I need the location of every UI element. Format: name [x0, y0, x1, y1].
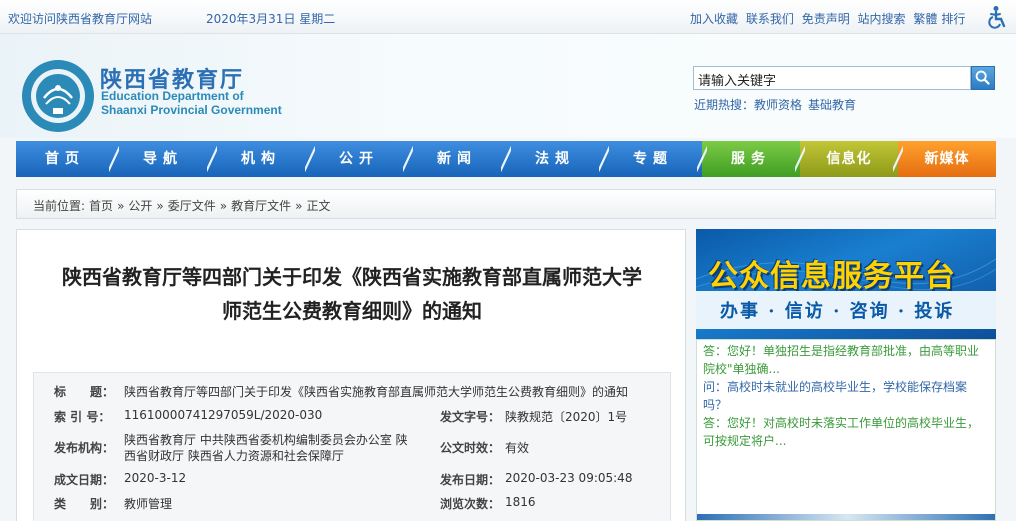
nav-informatization[interactable]: 信息化	[800, 141, 898, 177]
site-logo-subtitle: Education Department of Shaanxi Provinci…	[101, 89, 282, 117]
meta-views-value: 1816	[505, 495, 536, 509]
nav-topics[interactable]: 专题	[604, 141, 702, 177]
banner-title: 公众信息服务平台	[708, 259, 956, 294]
accessibility-icon[interactable]	[985, 5, 1007, 29]
meta-issuer-line-1: 陕西省教育厅 中共陕西省委机构编制委员会办公室 陕	[124, 433, 408, 447]
qa-answer-3-line-2[interactable]: 可按规定将户...	[703, 432, 989, 450]
meta-validity-value: 有效	[505, 441, 530, 455]
nav-divider	[697, 141, 707, 177]
link-contact-us[interactable]: 联系我们	[746, 12, 794, 26]
breadcrumb-home[interactable]: 首页	[89, 199, 113, 213]
hot-searches-label: 近期热搜：	[694, 98, 755, 112]
meta-issuer-key: 发布机构：	[54, 441, 115, 455]
meta-views-key: 浏览次数：	[440, 497, 501, 511]
department-emblem-icon[interactable]	[20, 58, 96, 134]
meta-index-value: 11610000741297059L/2020-030	[124, 408, 323, 422]
nav-divider	[795, 141, 805, 177]
breadcrumb-current: 正文	[306, 199, 331, 213]
meta-made-date-value: 2020-3-12	[124, 471, 187, 485]
nav-divider	[599, 141, 609, 177]
nav-divider	[305, 141, 315, 177]
link-ranking[interactable]: 排行	[941, 12, 965, 26]
qa-question-2-line-2[interactable]: 吗？	[703, 396, 989, 414]
top-links: 加入收藏 联系我们 免责声明 站内搜索 繁體 排行	[690, 10, 969, 27]
search-icon	[975, 70, 990, 85]
meta-made-date-key: 成文日期：	[54, 473, 115, 487]
meta-validity-key: 公文时效：	[440, 441, 501, 455]
site-header: 陕西省教育厅 Education Department of Shaanxi P…	[0, 34, 1016, 138]
meta-doc-no-key: 发文字号：	[440, 410, 501, 424]
nav-divider	[403, 141, 413, 177]
meta-issuer-line-2: 西省财政厅 陕西省人力资源和社会保障厅	[124, 449, 344, 463]
breadcrumb-committee-docs[interactable]: 委厅文件	[168, 199, 216, 213]
logo-en-line-1: Education Department of	[101, 89, 244, 103]
meta-pub-date-key: 发布日期：	[440, 473, 501, 487]
top-bar: 欢迎访问陕西省教育厅网站 2020年3月31日 星期二 加入收藏 联系我们 免责…	[0, 0, 1016, 34]
qa-bottom-strip	[697, 514, 995, 520]
nav-home[interactable]: 首页	[16, 141, 114, 177]
qa-list: 答：您好！单独招生是指经教育部批准，由高等职业 院校"单独确... 问：高校时未…	[696, 339, 996, 521]
qa-question-2-line-1[interactable]: 问：高校时未就业的高校毕业生，学校能保存档案	[703, 378, 989, 396]
main-nav: 首页 导航 机构 公开 新闻 法规 专题 服务 信息化 新媒体	[16, 141, 996, 177]
nav-services[interactable]: 服务	[702, 141, 800, 177]
article-title-line-1: 陕西省教育厅等四部门关于印发《陕西省实施教育部直属师范大学	[62, 265, 642, 289]
qa-answer-1-line-1[interactable]: 答：您好！单独招生是指经教育部批准，由高等职业	[703, 342, 989, 360]
nav-public[interactable]: 公开	[310, 141, 408, 177]
hot-search-item[interactable]: 教师资格	[754, 98, 802, 112]
meta-index-key: 索 引 号：	[54, 410, 111, 424]
banner-subtitle: 办事 · 信访 · 咨询 · 投诉	[720, 301, 955, 322]
nav-regulations[interactable]: 法规	[506, 141, 604, 177]
nav-news[interactable]: 新闻	[408, 141, 506, 177]
search-input[interactable]: 请输入关键字	[693, 66, 971, 90]
link-site-search[interactable]: 站内搜索	[858, 12, 906, 26]
breadcrumb-public[interactable]: 公开	[128, 199, 152, 213]
link-add-favorite[interactable]: 加入收藏	[690, 12, 738, 26]
link-traditional-chinese[interactable]: 繁體	[913, 12, 937, 26]
article-title: 陕西省教育厅等四部门关于印发《陕西省实施教育部直属师范大学 师范生公费教育细则》…	[17, 260, 687, 328]
meta-title-key: 标 题：	[54, 385, 115, 399]
meta-category-value: 教师管理	[124, 497, 173, 511]
search-button[interactable]	[971, 66, 995, 90]
nav-divider	[893, 141, 903, 177]
nav-guide[interactable]: 导航	[114, 141, 212, 177]
article-panel: 陕西省教育厅等四部门关于印发《陕西省实施教育部直属师范大学 师范生公费教育细则》…	[16, 229, 686, 521]
welcome-text: 欢迎访问陕西省教育厅网站	[8, 12, 153, 26]
breadcrumb: 当前位置: 首页» 公开» 委厅文件» 教育厅文件» 正文	[16, 189, 996, 219]
breadcrumb-sep: »	[156, 199, 164, 213]
nav-divider	[109, 141, 119, 177]
breadcrumb-prefix: 当前位置:	[33, 199, 86, 213]
nav-divider	[207, 141, 217, 177]
qa-answer-1-line-2[interactable]: 院校"单独确...	[703, 360, 989, 378]
meta-doc-no-value: 陕教规范〔2020〕1号	[505, 410, 628, 424]
hot-searches: 近期热搜：教师资格 基础教育	[694, 96, 862, 113]
date-text: 2020年3月31日 星期二	[206, 12, 336, 26]
public-service-banner[interactable]: 公众信息服务平台 办事 · 信访 · 咨询 · 投诉	[696, 229, 996, 339]
meta-pub-date-value: 2020-03-23 09:05:48	[505, 471, 633, 485]
nav-institutions[interactable]: 机构	[212, 141, 310, 177]
breadcrumb-sep: »	[295, 199, 303, 213]
logo-en-line-2: Shaanxi Provincial Government	[101, 103, 282, 117]
link-disclaimer[interactable]: 免责声明	[802, 12, 850, 26]
article-title-line-2: 师范生公费教育细则》的通知	[222, 299, 482, 323]
meta-category-key: 类 别：	[54, 497, 115, 511]
breadcrumb-sep: »	[219, 199, 228, 213]
breadcrumb-dept-docs[interactable]: 教育厅文件	[231, 199, 291, 213]
document-metadata: 标 题： 陕西省教育厅等四部门关于印发《陕西省实施教育部直属师范大学师范生公费教…	[33, 372, 671, 521]
meta-title-value: 陕西省教育厅等四部门关于印发《陕西省实施教育部直属师范大学师范生公费教育细则》的…	[124, 385, 629, 399]
qa-answer-3-line-1[interactable]: 答：您好！对高校时未落实工作单位的高校毕业生，	[703, 414, 989, 432]
breadcrumb-sep: »	[117, 199, 125, 213]
hot-search-item[interactable]: 基础教育	[808, 98, 856, 112]
nav-divider	[501, 141, 511, 177]
nav-new-media[interactable]: 新媒体	[898, 141, 996, 177]
